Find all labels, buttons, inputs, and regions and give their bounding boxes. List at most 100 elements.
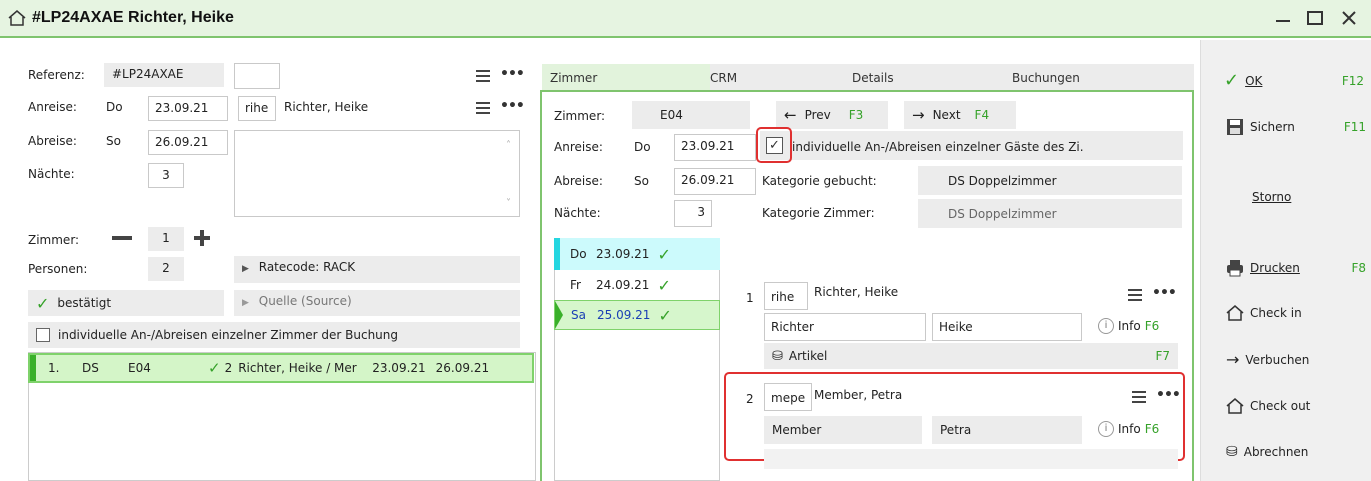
minimize-button[interactable]: [1268, 5, 1298, 31]
center-nights-label: Nächte:: [554, 206, 601, 220]
ok-key: F12: [1341, 73, 1364, 88]
print-button[interactable]: Drucken F8: [1226, 259, 1366, 277]
room-label: Zimmer:: [554, 109, 606, 123]
menu-icon[interactable]: [476, 70, 490, 82]
tab-zimmer[interactable]: Zimmer: [550, 71, 597, 85]
center-departure-date-input[interactable]: 26.09.21: [674, 168, 756, 195]
persons-label: Personen:: [28, 262, 88, 276]
nights-label: Nächte:: [28, 167, 75, 181]
info-key: F6: [1144, 422, 1160, 436]
check-icon: ✓: [36, 293, 50, 313]
cancel-button[interactable]: Storno: [1252, 190, 1291, 204]
tab-details[interactable]: Details: [852, 71, 894, 85]
more-icon[interactable]: •••: [1156, 387, 1181, 403]
arrival-date-input[interactable]: 23.09.21: [148, 96, 228, 121]
ok-button[interactable]: ✓ OK F12: [1224, 70, 1364, 91]
day-row[interactable]: Do 23.09.21 ✓: [554, 238, 720, 270]
center-arrival-date-input[interactable]: 23.09.21: [674, 134, 756, 161]
day-date: 24.09.21: [596, 278, 650, 292]
home-icon: [8, 10, 26, 26]
arrow-left-icon: ←: [784, 106, 797, 124]
info-icon: i: [1098, 318, 1114, 334]
tab-crm[interactable]: CRM: [710, 71, 737, 85]
next-key: F4: [974, 108, 990, 122]
check-icon: ✓: [658, 305, 672, 325]
reference-value: #LP24AXAE: [104, 63, 224, 87]
guest-lastname-input[interactable]: Richter: [764, 313, 926, 341]
individual-guests-checkbox[interactable]: ✓: [766, 137, 783, 154]
checkin-label: Check in: [1250, 306, 1302, 320]
bill-button[interactable]: ⛁ Abrechnen: [1226, 444, 1308, 460]
reference-extra-input[interactable]: [234, 63, 280, 89]
guest-info-button[interactable]: i Info F6: [1098, 318, 1159, 334]
scroll-down-icon[interactable]: ˅: [506, 198, 511, 209]
article-label: Artikel: [788, 349, 828, 363]
ratecode-expander[interactable]: ▶ Ratecode: RACK: [234, 256, 520, 283]
guest-code-input[interactable]: mepe: [764, 383, 812, 411]
guest-num: 1: [746, 291, 754, 305]
info-key: F6: [1144, 319, 1160, 333]
day-marker: [554, 238, 560, 270]
departure-date-input[interactable]: 26.09.21: [148, 130, 228, 155]
checkin-button[interactable]: Check in: [1226, 305, 1302, 321]
window-title: #LP24AXAE Richter, Heike: [32, 9, 234, 26]
ok-label: OK: [1245, 73, 1263, 88]
room-value: E04: [632, 101, 750, 129]
menu-icon[interactable]: [1128, 289, 1142, 301]
booking-row[interactable]: 1. DS E04 ✓ 2 Richter, Heike / Mer 23.09…: [28, 353, 534, 383]
minus-icon[interactable]: [112, 236, 132, 240]
more-icon[interactable]: •••: [500, 98, 525, 114]
center-nights-input[interactable]: 3: [674, 200, 712, 227]
status-label: bestätigt: [57, 296, 112, 310]
plus-icon[interactable]: [192, 228, 212, 248]
cancel-label: Storno: [1252, 190, 1292, 204]
maximize-button[interactable]: [1300, 5, 1330, 31]
source-expander[interactable]: ▶ Quelle (Source): [234, 290, 520, 316]
notes-textarea[interactable]: [234, 130, 520, 217]
day-name: Do: [570, 247, 587, 261]
arrow-right-icon: →: [912, 106, 925, 124]
save-button[interactable]: Sichern F11: [1226, 118, 1366, 136]
guest-code-input[interactable]: rihe: [238, 96, 276, 121]
day-row[interactable]: Fr 24.09.21 ✓: [554, 270, 720, 300]
prev-button[interactable]: ← Prev F3: [776, 101, 888, 129]
menu-icon[interactable]: [1132, 391, 1146, 403]
title-bar: #LP24AXAE Richter, Heike: [0, 0, 1371, 38]
guest-fullname: Richter, Heike: [814, 285, 899, 299]
guest-firstname-input[interactable]: Heike: [932, 313, 1082, 341]
individual-rooms-checkbox[interactable]: [36, 328, 50, 342]
minimize-icon: [1276, 20, 1290, 22]
day-row-selected[interactable]: Sa 25.09.21 ✓: [554, 300, 720, 330]
save-icon: [1227, 119, 1243, 135]
arrival-label: Anreise:: [28, 100, 77, 114]
individual-rooms-row[interactable]: individuelle An-/Abreisen einzelner Zimm…: [28, 322, 520, 348]
nights-input[interactable]: 3: [148, 163, 184, 188]
post-button[interactable]: → Verbuchen: [1226, 350, 1309, 369]
guest-name: Richter, Heike: [284, 100, 369, 114]
info-icon: i: [1098, 421, 1114, 437]
source-label: Quelle (Source): [258, 294, 352, 308]
scroll-up-icon[interactable]: ˄: [506, 140, 511, 151]
guest-info-button[interactable]: i Info F6: [1098, 421, 1159, 437]
checkout-button[interactable]: Check out: [1226, 398, 1310, 414]
booking-guests: Richter, Heike / Mer: [238, 361, 357, 375]
article-button[interactable]: ⛁ Artikel F7: [764, 343, 1178, 369]
individual-guests-label: individuelle An-/Abreisen einzelner Gäst…: [792, 140, 1084, 154]
more-icon[interactable]: •••: [1152, 285, 1177, 301]
center-departure-day: So: [634, 174, 649, 188]
menu-icon[interactable]: [476, 102, 490, 114]
save-key: F11: [1343, 120, 1366, 134]
tab-buchungen[interactable]: Buchungen: [1012, 71, 1080, 85]
day-name: Sa: [571, 308, 586, 322]
guest-firstname-field[interactable]: Petra: [932, 416, 1082, 444]
more-icon[interactable]: •••: [500, 66, 525, 82]
rooms-value: 1: [148, 227, 184, 251]
prev-key: F3: [848, 108, 864, 122]
next-button[interactable]: → Next F4: [904, 101, 1016, 129]
close-button[interactable]: [1334, 5, 1364, 31]
guest-code-input[interactable]: rihe: [764, 282, 808, 310]
bill-label: Abrechnen: [1243, 445, 1309, 459]
printer-icon: [1227, 260, 1243, 277]
center-arrival-day: Do: [634, 140, 651, 154]
guest-lastname-field[interactable]: Member: [764, 416, 922, 444]
